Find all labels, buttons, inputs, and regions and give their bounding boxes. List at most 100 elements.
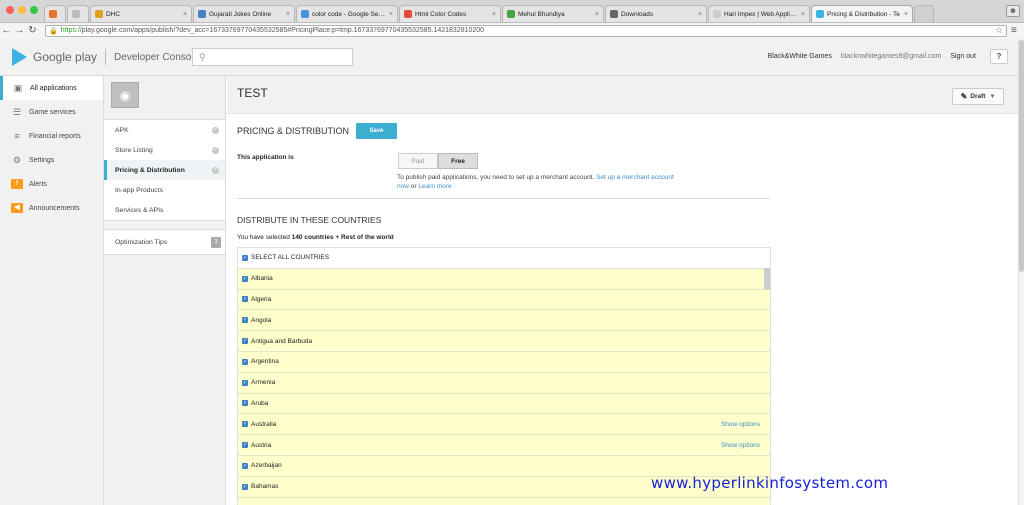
browser-tab[interactable]: Mehul Bhundiya ×	[502, 5, 604, 22]
user-profile-icon[interactable]: ☻	[1006, 5, 1020, 17]
tab-close-icon[interactable]: ×	[698, 11, 702, 18]
app-menu-item[interactable]: Pricing & Distribution ✓	[104, 160, 225, 180]
app-panel: ◉ APK ✓ Store Listing ✓ Pricing & Distributi…	[104, 76, 226, 505]
tab-close-icon[interactable]: ×	[904, 11, 908, 18]
draft-label: Draft	[970, 93, 986, 100]
tab-close-icon[interactable]: ×	[492, 11, 496, 18]
play-triangle-icon	[12, 48, 27, 66]
colors-icon	[404, 10, 412, 18]
country-row[interactable]: ✓ Austria Show options	[238, 435, 770, 456]
app-menu-item[interactable]: In-app Products	[104, 180, 225, 200]
save-button[interactable]: Save	[356, 123, 398, 139]
checkbox-checked-icon[interactable]: ✓	[242, 483, 248, 490]
browser-tab-strip: DHC × Gujarati Jokes Online × color code - G…	[44, 5, 935, 22]
checkbox-checked-icon[interactable]: ✓	[242, 400, 248, 407]
nav-item-megaphone[interactable]: ◀ Announcements	[0, 196, 103, 220]
app-menu-item[interactable]: Store Listing ✓	[104, 140, 225, 160]
browser-tab[interactable]: Downloads ×	[605, 5, 707, 22]
url-scheme: https://	[60, 27, 82, 34]
reload-icon[interactable]: ↻	[26, 25, 39, 36]
nav-item-gear[interactable]: ⚙ Settings	[0, 148, 103, 172]
browser-menu-icon[interactable]: ≡	[1011, 25, 1017, 36]
tab-close-icon[interactable]: ×	[595, 11, 599, 18]
chart-icon	[507, 10, 515, 18]
nav-item-alert[interactable]: ! Alerts	[0, 172, 103, 196]
app-menu-label: APK	[115, 126, 129, 134]
browser-tab[interactable]: color code - Google Searc ×	[296, 5, 398, 22]
page-scrollbar[interactable]	[1018, 38, 1024, 505]
country-row[interactable]: ✓ Australia Show options	[238, 414, 770, 436]
browser-tab[interactable]: Pricing & Distribution - Te ×	[811, 5, 913, 22]
tab-close-icon[interactable]: ×	[389, 11, 393, 18]
nav-item-label: Alerts	[29, 180, 47, 188]
show-options-link[interactable]: Show options	[721, 421, 760, 428]
tab-close-icon[interactable]: ×	[183, 11, 187, 18]
address-bar[interactable]: 🔒 https:// play.google.com/apps/publish/…	[45, 24, 1007, 37]
nav-item-gamepad[interactable]: ☰ Game services	[0, 100, 103, 124]
gujarati-icon	[198, 10, 206, 18]
optimization-tips-item[interactable]: Optimization Tips 1	[104, 229, 225, 255]
console-header: Google play Developer Console ⚲ Black&Wh…	[0, 38, 1018, 76]
close-window-icon[interactable]	[6, 6, 14, 14]
paid-option[interactable]: Paid	[398, 153, 438, 169]
back-arrow-icon[interactable]: ←	[0, 25, 13, 36]
account-name[interactable]: Black&White Games	[768, 53, 832, 60]
checkbox-checked-icon[interactable]: ✓	[242, 462, 248, 469]
country-row[interactable]: ✓ Albania	[238, 268, 770, 290]
browser-tab[interactable]: Hari Impex | Web Applicati ×	[708, 5, 810, 22]
tab-close-icon[interactable]: ×	[286, 11, 290, 18]
checkbox-checked-icon[interactable]: ✓	[242, 358, 248, 365]
browser-tab[interactable]	[44, 5, 66, 22]
new-tab-button[interactable]	[914, 5, 934, 22]
app-menu-item[interactable]: APK ✓	[104, 120, 225, 140]
country-list: ✓ SELECT ALL COUNTRIES ✓ Albania ✓ Algeria ✓…	[237, 247, 771, 505]
nav-item-android[interactable]: ▣ All applications	[0, 76, 103, 100]
optimization-tips-badge: 1	[211, 236, 221, 248]
checkbox-checked-icon[interactable]: ✓	[242, 296, 248, 303]
zoom-window-icon[interactable]	[30, 6, 38, 14]
checkbox-checked-icon[interactable]: ✓	[242, 442, 248, 449]
section-title: PRICING & DISTRIBUTION	[237, 126, 350, 136]
caret-down-icon: ▼	[989, 93, 996, 100]
google-play-logo[interactable]: Google play Developer Console	[12, 48, 199, 66]
browser-tab[interactable]: DHC ×	[90, 5, 192, 22]
help-button[interactable]: ?	[990, 49, 1008, 64]
country-row[interactable]: ✓ Argentina	[238, 351, 770, 373]
free-option[interactable]: Free	[438, 153, 478, 169]
select-all-row[interactable]: ✓ SELECT ALL COUNTRIES	[238, 248, 770, 269]
browser-tab[interactable]: Gujarati Jokes Online ×	[193, 5, 295, 22]
draft-dropdown-button[interactable]: ✎ Draft ▼	[952, 88, 1004, 105]
checkbox-checked-icon[interactable]: ✓	[242, 254, 248, 261]
page-scrollbar-thumb[interactable]	[1019, 40, 1024, 272]
app-menu-item[interactable]: Services & APIs	[104, 200, 225, 220]
checkbox-checked-icon[interactable]: ✓	[242, 379, 248, 386]
sign-out-link[interactable]: Sign out	[950, 53, 976, 60]
bookmark-star-icon[interactable]: ☆	[995, 25, 1003, 36]
country-row[interactable]: ✓ Angola	[238, 310, 770, 332]
checkbox-checked-icon[interactable]: ✓	[242, 338, 248, 345]
checkbox-checked-icon[interactable]: ✓	[242, 275, 248, 282]
tab-close-icon[interactable]: ×	[801, 11, 805, 18]
country-name: Albania	[251, 275, 273, 283]
country-row[interactable]: ✓ Aruba	[238, 393, 770, 415]
country-row[interactable]: ✓ Antigua and Barbuda	[238, 331, 770, 352]
browser-tab[interactable]	[67, 5, 89, 22]
learn-more-link[interactable]: Learn more	[418, 183, 451, 190]
watermark: www.hyperlinkinfosystem.com	[651, 474, 889, 492]
country-row[interactable]	[238, 497, 770, 505]
checkbox-checked-icon[interactable]: ✓	[242, 317, 248, 324]
android-icon: ▣	[13, 82, 23, 93]
app-android-icon[interactable]: ◉	[111, 82, 139, 108]
country-row[interactable]: ✓ Algeria	[238, 289, 770, 311]
show-options-link[interactable]: Show options	[721, 442, 760, 449]
forward-arrow-icon[interactable]: →	[13, 25, 26, 36]
search-input[interactable]: ⚲	[192, 48, 353, 66]
checkbox-checked-icon[interactable]: ✓	[242, 421, 248, 428]
country-row[interactable]: ✓ Armenia	[238, 372, 770, 394]
browser-tab[interactable]: Html Color Codes ×	[399, 5, 501, 22]
list-scrollbar[interactable]	[764, 268, 770, 290]
minimize-window-icon[interactable]	[18, 6, 26, 14]
nav-item-financial[interactable]: ≡ Financial reports	[0, 124, 103, 148]
nav-item-label: Game services	[29, 108, 76, 116]
app-title-bar: TEST ✎ Draft ▼	[227, 76, 1018, 114]
